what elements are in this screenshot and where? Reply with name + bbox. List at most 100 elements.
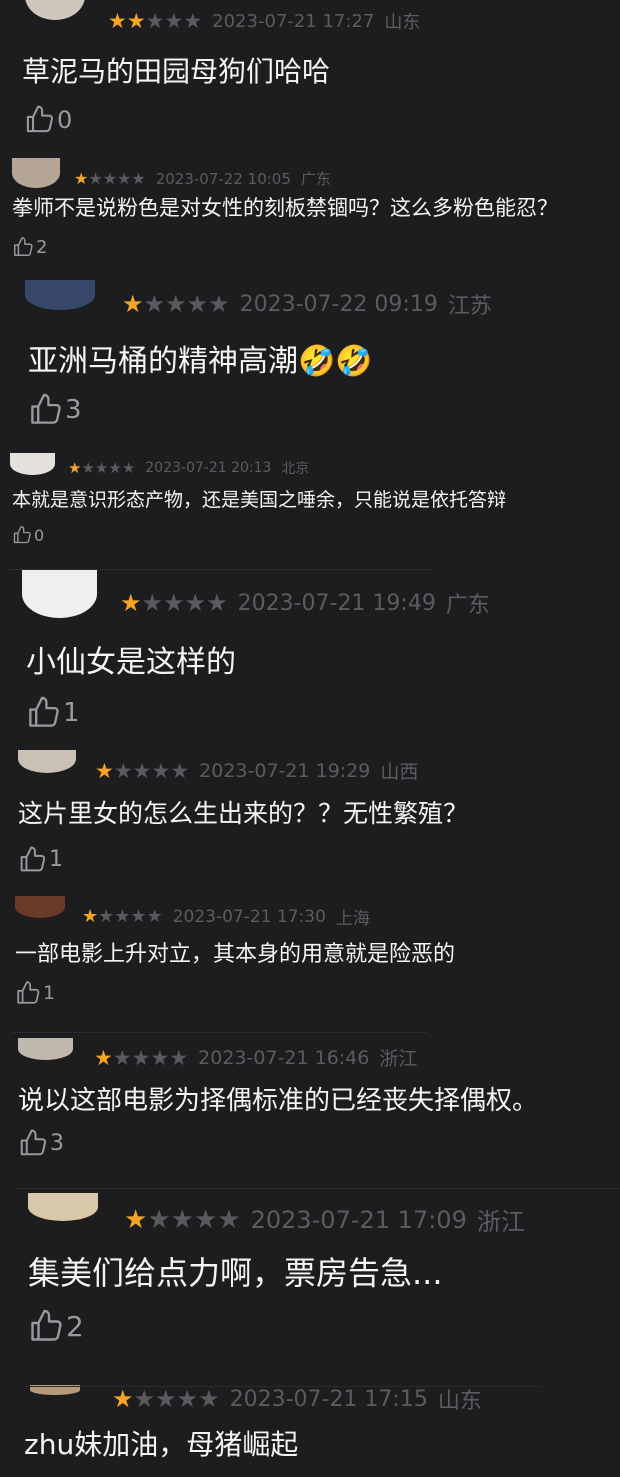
filled-star-icon: ★: [120, 589, 142, 617]
comment-item: ★★★★★ 2023-07-21 17:15 山东 zhu妹加油，母猪崛起: [0, 1385, 620, 1477]
like-count: 0: [34, 525, 45, 545]
comment-feed: ★★★★★ 2023-07-21 17:27 山东 草泥马的田园母狗们哈哈 0 ★★★★★…: [0, 0, 620, 1477]
like-button[interactable]: 3: [28, 392, 82, 427]
empty-star-icon: ★: [130, 906, 147, 927]
like-count: 1: [63, 697, 80, 728]
avatar-icon[interactable]: [18, 750, 76, 773]
filled-star-icon: ★: [122, 290, 144, 318]
comment-region: 北京: [281, 461, 310, 477]
like-button[interactable]: 1: [18, 845, 63, 874]
comment-meta: ★★★★★ 2023-07-21 19:49 广东: [120, 587, 490, 619]
comment-date: 2023-07-22 09:19: [239, 291, 438, 317]
filled-star-icon: ★: [124, 1204, 148, 1235]
empty-star-icon: ★: [165, 290, 187, 318]
comment-text: 一部电影上升对立，其本身的用意就是险恶的: [15, 942, 456, 967]
empty-star-icon: ★: [102, 169, 118, 188]
like-button[interactable]: 1: [26, 695, 80, 730]
empty-star-icon: ★: [169, 1045, 189, 1070]
comment-text: 亚洲马桶的精神高潮🤣🤣: [28, 344, 373, 379]
comment-text: 这片里女的怎么生出来的？？无性繁殖？: [18, 799, 469, 828]
divider: [10, 569, 430, 570]
empty-star-icon: ★: [183, 9, 203, 33]
thumbs-up-icon: [14, 237, 33, 256]
comment-meta: ★★★★★ 2023-07-21 16:46 浙江: [94, 1044, 417, 1071]
like-button[interactable]: 1: [15, 980, 55, 1006]
filled-star-icon: ★: [112, 1385, 134, 1413]
empty-star-icon: ★: [98, 906, 115, 927]
comment-text: 小仙女是这样的: [26, 645, 236, 680]
like-count: 2: [66, 1309, 84, 1343]
like-button[interactable]: 2: [28, 1308, 84, 1344]
empty-star-icon: ★: [132, 758, 152, 783]
like-button[interactable]: 2: [12, 236, 47, 258]
avatar-icon[interactable]: [12, 158, 60, 188]
like-count: 1: [49, 847, 63, 872]
empty-star-icon: ★: [151, 758, 171, 783]
comment-region: 上海: [335, 909, 370, 929]
comment-date: 2023-07-21 17:15: [229, 1386, 428, 1412]
comment-date: 2023-07-22 10:05: [155, 169, 291, 188]
comment-text: 集美们给点力啊，票房告急...: [28, 1254, 443, 1292]
thumbs-up-icon: [29, 696, 59, 727]
thumbs-up-icon: [26, 105, 53, 133]
comment-meta: ★★★★★ 2023-07-22 09:19 江苏: [122, 288, 492, 320]
comment-text: zhu妹加油，母猪崛起: [24, 1428, 299, 1461]
avatar-icon[interactable]: [25, 0, 85, 20]
star-rating: ★★★★★: [94, 1046, 188, 1070]
empty-star-icon: ★: [117, 169, 132, 188]
like-button[interactable]: 0: [12, 525, 44, 545]
comment-date: 2023-07-21 20:13: [145, 460, 272, 476]
star-rating: ★★★★★: [68, 459, 135, 477]
comment-date: 2023-07-21 19:29: [199, 759, 371, 782]
like-count: 1: [43, 982, 56, 1004]
thumbs-up-icon: [31, 393, 61, 424]
thumbs-up-icon: [17, 981, 40, 1004]
comment-region: 浙江: [379, 1048, 418, 1070]
star-rating: ★★★★★: [122, 290, 230, 318]
like-count: 3: [50, 1130, 64, 1156]
empty-star-icon: ★: [155, 1385, 177, 1413]
comment-item: ★★★★★ 2023-07-22 09:19 江苏 亚洲马桶的精神高潮🤣🤣 3: [0, 270, 620, 445]
comment-text: 本就是意识形态产物，还是美国之唾余，只能说是依托答辩: [12, 489, 507, 511]
filled-star-icon: ★: [94, 1045, 113, 1070]
comment-region: 广东: [300, 170, 331, 188]
empty-star-icon: ★: [131, 169, 146, 188]
divider: [12, 1032, 427, 1033]
filled-star-icon: ★: [74, 169, 89, 188]
comment-item: ★★★★★ 2023-07-21 17:27 山东 草泥马的田园母狗们哈哈 0: [0, 0, 620, 150]
avatar-icon[interactable]: [25, 280, 95, 310]
avatar-icon[interactable]: [18, 1038, 73, 1060]
comment-meta: ★★★★★ 2023-07-21 17:27 山东: [108, 8, 420, 34]
comment-meta: ★★★★★ 2023-07-21 17:30 上海: [82, 904, 370, 929]
like-button[interactable]: 0: [24, 104, 72, 135]
comment-date: 2023-07-21 17:27: [212, 10, 375, 32]
comment-region: 山东: [437, 1389, 482, 1414]
comment-meta: ★★★★★ 2023-07-21 20:13 北京: [68, 458, 309, 478]
like-button[interactable]: 3: [18, 1128, 64, 1158]
comment-meta: ★★★★★ 2023-07-22 10:05 广东: [74, 168, 331, 189]
empty-star-icon: ★: [170, 758, 190, 783]
comment-date: 2023-07-21 17:30: [172, 906, 326, 927]
empty-star-icon: ★: [145, 9, 165, 33]
filled-star-icon: ★: [82, 906, 99, 927]
empty-star-icon: ★: [94, 459, 109, 477]
avatar-icon[interactable]: [15, 896, 65, 918]
comment-text: 拳师不是说粉色是对女性的刻板禁锢吗？这么多粉色能忍？: [12, 196, 558, 220]
comment-date: 2023-07-21 16:46: [198, 1046, 370, 1069]
empty-star-icon: ★: [146, 906, 163, 927]
empty-star-icon: ★: [150, 1045, 170, 1070]
empty-star-icon: ★: [217, 1204, 241, 1235]
empty-star-icon: ★: [176, 1385, 199, 1413]
filled-star-icon: ★: [126, 9, 146, 33]
star-rating: ★★★★★: [120, 589, 228, 617]
empty-star-icon: ★: [208, 290, 230, 318]
thumbs-up-icon: [31, 1309, 62, 1341]
comment-item: ★★★★★ 2023-07-21 19:29 山西 这片里女的怎么生出来的？？无性繁殖…: [0, 750, 620, 890]
avatar-icon[interactable]: [22, 570, 97, 618]
filled-star-icon: ★: [108, 9, 127, 33]
thumbs-up-icon: [20, 846, 46, 872]
comment-region: 山西: [380, 761, 419, 783]
avatar-icon[interactable]: [28, 1193, 98, 1221]
avatar-icon[interactable]: [10, 453, 55, 475]
empty-star-icon: ★: [121, 459, 136, 477]
